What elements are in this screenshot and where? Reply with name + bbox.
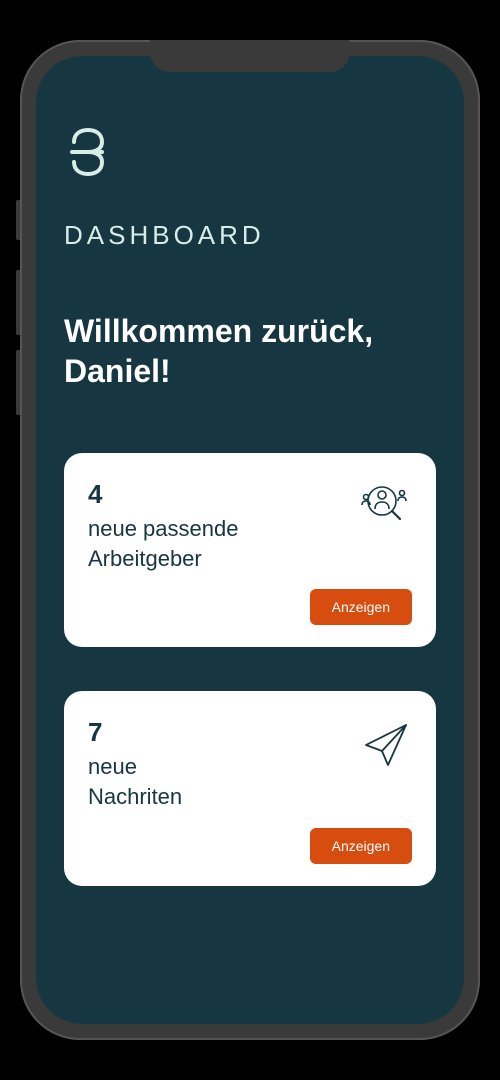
phone-frame: DASHBOARD Willkommen zurück, Daniel! 4 n… [20, 40, 480, 1040]
employer-search-icon [358, 479, 412, 533]
side-button [16, 200, 20, 240]
show-employers-button[interactable]: Anzeigen [310, 589, 412, 625]
welcome-heading: Willkommen zurück, Daniel! [64, 311, 436, 391]
paper-plane-icon [358, 717, 412, 771]
messages-label: neue Nachriten [88, 752, 308, 811]
volume-down-button [16, 350, 20, 415]
show-messages-button[interactable]: Anzeigen [310, 828, 412, 864]
app-logo-icon [64, 126, 436, 178]
employers-count: 4 [88, 479, 358, 510]
welcome-line-1: Willkommen zurück, [64, 313, 373, 349]
employers-card: 4 neue passende Arbeitgeber [64, 453, 436, 647]
phone-notch [150, 40, 350, 72]
messages-count: 7 [88, 717, 358, 748]
welcome-line-2: Daniel! [64, 353, 171, 389]
messages-card: 7 neue Nachriten Anzeigen [64, 691, 436, 885]
app-screen: DASHBOARD Willkommen zurück, Daniel! 4 n… [36, 56, 464, 1024]
volume-up-button [16, 270, 20, 335]
employers-label: neue passende Arbeitgeber [88, 514, 308, 573]
page-title: DASHBOARD [64, 220, 436, 251]
